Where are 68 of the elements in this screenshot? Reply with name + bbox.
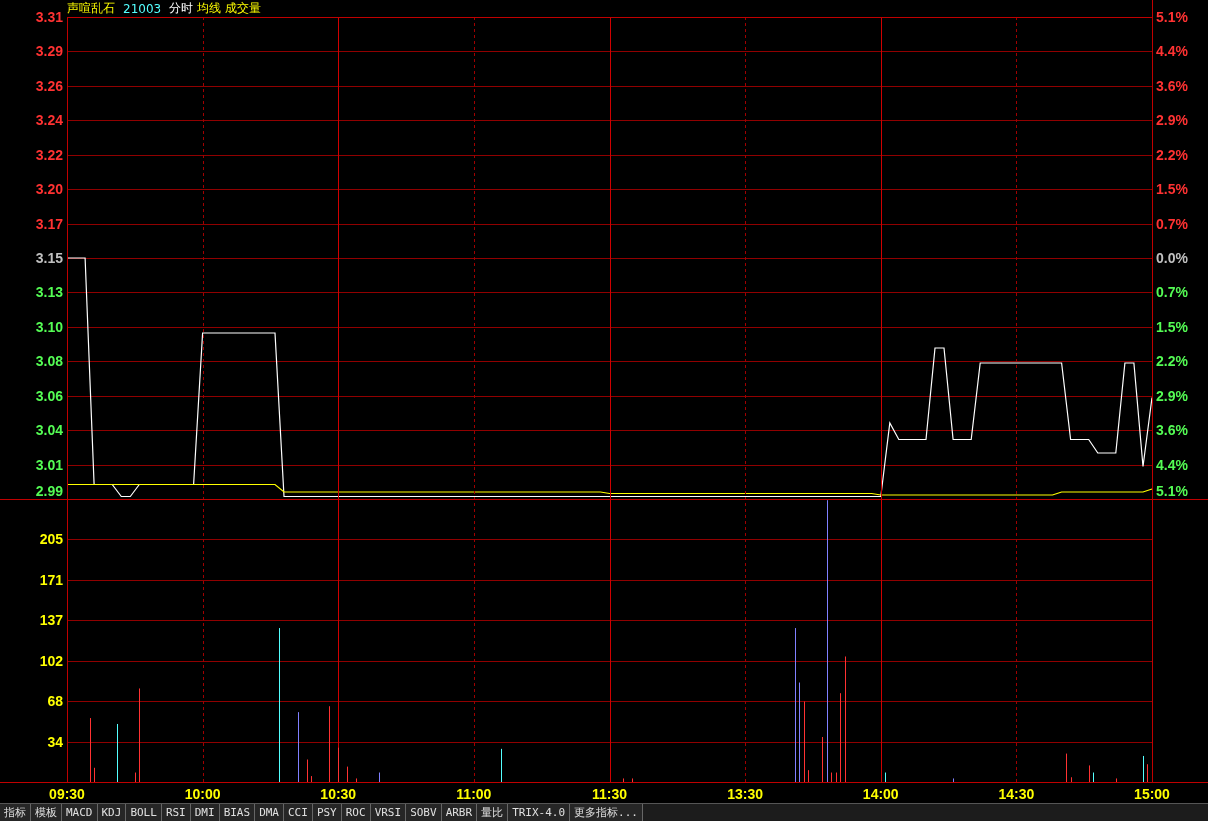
volume-tick-label: 34: [47, 733, 63, 750]
percent-tick-label: 3.6%: [1156, 422, 1188, 439]
percent-tick-label: 2.9%: [1156, 387, 1188, 404]
indicator-tab[interactable]: PSY: [312, 804, 342, 821]
price-tick-label: 3.01: [35, 456, 63, 473]
price-tick-label: 3.04: [35, 422, 63, 439]
price-tick-label: 3.17: [35, 215, 63, 232]
time-tick-label: 10:00: [184, 786, 221, 802]
volume-tick-label: 102: [39, 653, 63, 670]
stock-code: 21003: [123, 1, 162, 16]
indicator-tab[interactable]: ARBR: [441, 804, 478, 821]
chart-mode: 分时: [169, 0, 194, 17]
indicator-tab[interactable]: DMA: [255, 804, 284, 821]
indicator-label: 成交量: [225, 0, 262, 17]
percent-tick-label: 2.9%: [1156, 112, 1188, 129]
percent-tick-label: 3.6%: [1156, 77, 1188, 94]
volume-tick-label: 171: [39, 571, 63, 588]
price-tick-label: 3.22: [35, 146, 63, 163]
price-tick-label: 3.24: [35, 112, 63, 129]
volume-tick-label: 137: [39, 611, 63, 628]
time-tick-label: 15:00: [1134, 786, 1170, 802]
price-tick-label: 3.10: [35, 318, 63, 335]
indicator-tab[interactable]: 更多指标...: [570, 804, 643, 821]
time-tick-label: 11:30: [592, 786, 627, 802]
indicator-tab[interactable]: VRSI: [370, 804, 407, 821]
indicator-tab[interactable]: BIAS: [219, 804, 256, 821]
indicator-tab[interactable]: MACD: [62, 804, 98, 821]
time-tick-label: 14:00: [862, 786, 899, 802]
indicator-tab[interactable]: TRIX-4.0: [508, 804, 571, 821]
percent-tick-label: 4.4%: [1156, 43, 1188, 60]
percent-tick-label: 5.1%: [1156, 9, 1188, 25]
indicator-tab[interactable]: ROC: [341, 804, 371, 821]
price-tick-label: 3.31: [35, 9, 63, 25]
volume-tick-label: 68: [47, 693, 63, 710]
indicator-tab[interactable]: 指标: [0, 804, 31, 821]
time-tick-label: 09:30: [49, 786, 85, 802]
price-tick-label: 3.13: [35, 284, 63, 301]
indicator-tab[interactable]: DMI: [190, 804, 220, 821]
price-tick-label: 3.15: [35, 250, 63, 266]
percent-tick-label: 0.0%: [1156, 250, 1188, 266]
indicator-tab[interactable]: SOBV: [406, 804, 442, 821]
indicator-label: 均线: [197, 0, 222, 17]
percent-tick-label: 2.2%: [1156, 353, 1188, 370]
percent-tick-label: 4.4%: [1156, 456, 1188, 473]
price-tick-label: 2.99: [35, 483, 63, 499]
time-tick-label: 10:30: [320, 786, 357, 802]
indicator-tab[interactable]: RSI: [161, 804, 191, 821]
indicator-tab[interactable]: BOLL: [126, 804, 162, 821]
percent-tick-label: 0.7%: [1156, 284, 1188, 301]
volume-tick-label: 205: [39, 531, 63, 548]
percent-tick-label: 1.5%: [1156, 318, 1188, 335]
indicator-tab[interactable]: CCI: [284, 804, 313, 821]
indicator-tab[interactable]: 量比: [477, 804, 509, 821]
time-tick-label: 11:00: [456, 786, 492, 802]
indicator-tab[interactable]: 模板: [31, 804, 62, 821]
price-tick-label: 3.08: [35, 353, 63, 370]
price-tick-label: 3.26: [35, 77, 63, 94]
indicator-tab[interactable]: KDJ: [97, 804, 127, 821]
percent-tick-label: 5.1%: [1156, 483, 1188, 499]
time-tick-label: 13:30: [727, 786, 764, 802]
price-tick-label: 3.06: [35, 387, 63, 404]
price-tick-label: 3.29: [35, 43, 63, 60]
percent-tick-label: 0.7%: [1156, 215, 1188, 232]
percent-tick-label: 2.2%: [1156, 146, 1188, 163]
time-tick-label: 14:30: [998, 786, 1035, 802]
stock-name: 声喧乱石: [67, 0, 115, 17]
percent-tick-label: 1.5%: [1156, 181, 1188, 198]
price-tick-label: 3.20: [35, 181, 63, 198]
